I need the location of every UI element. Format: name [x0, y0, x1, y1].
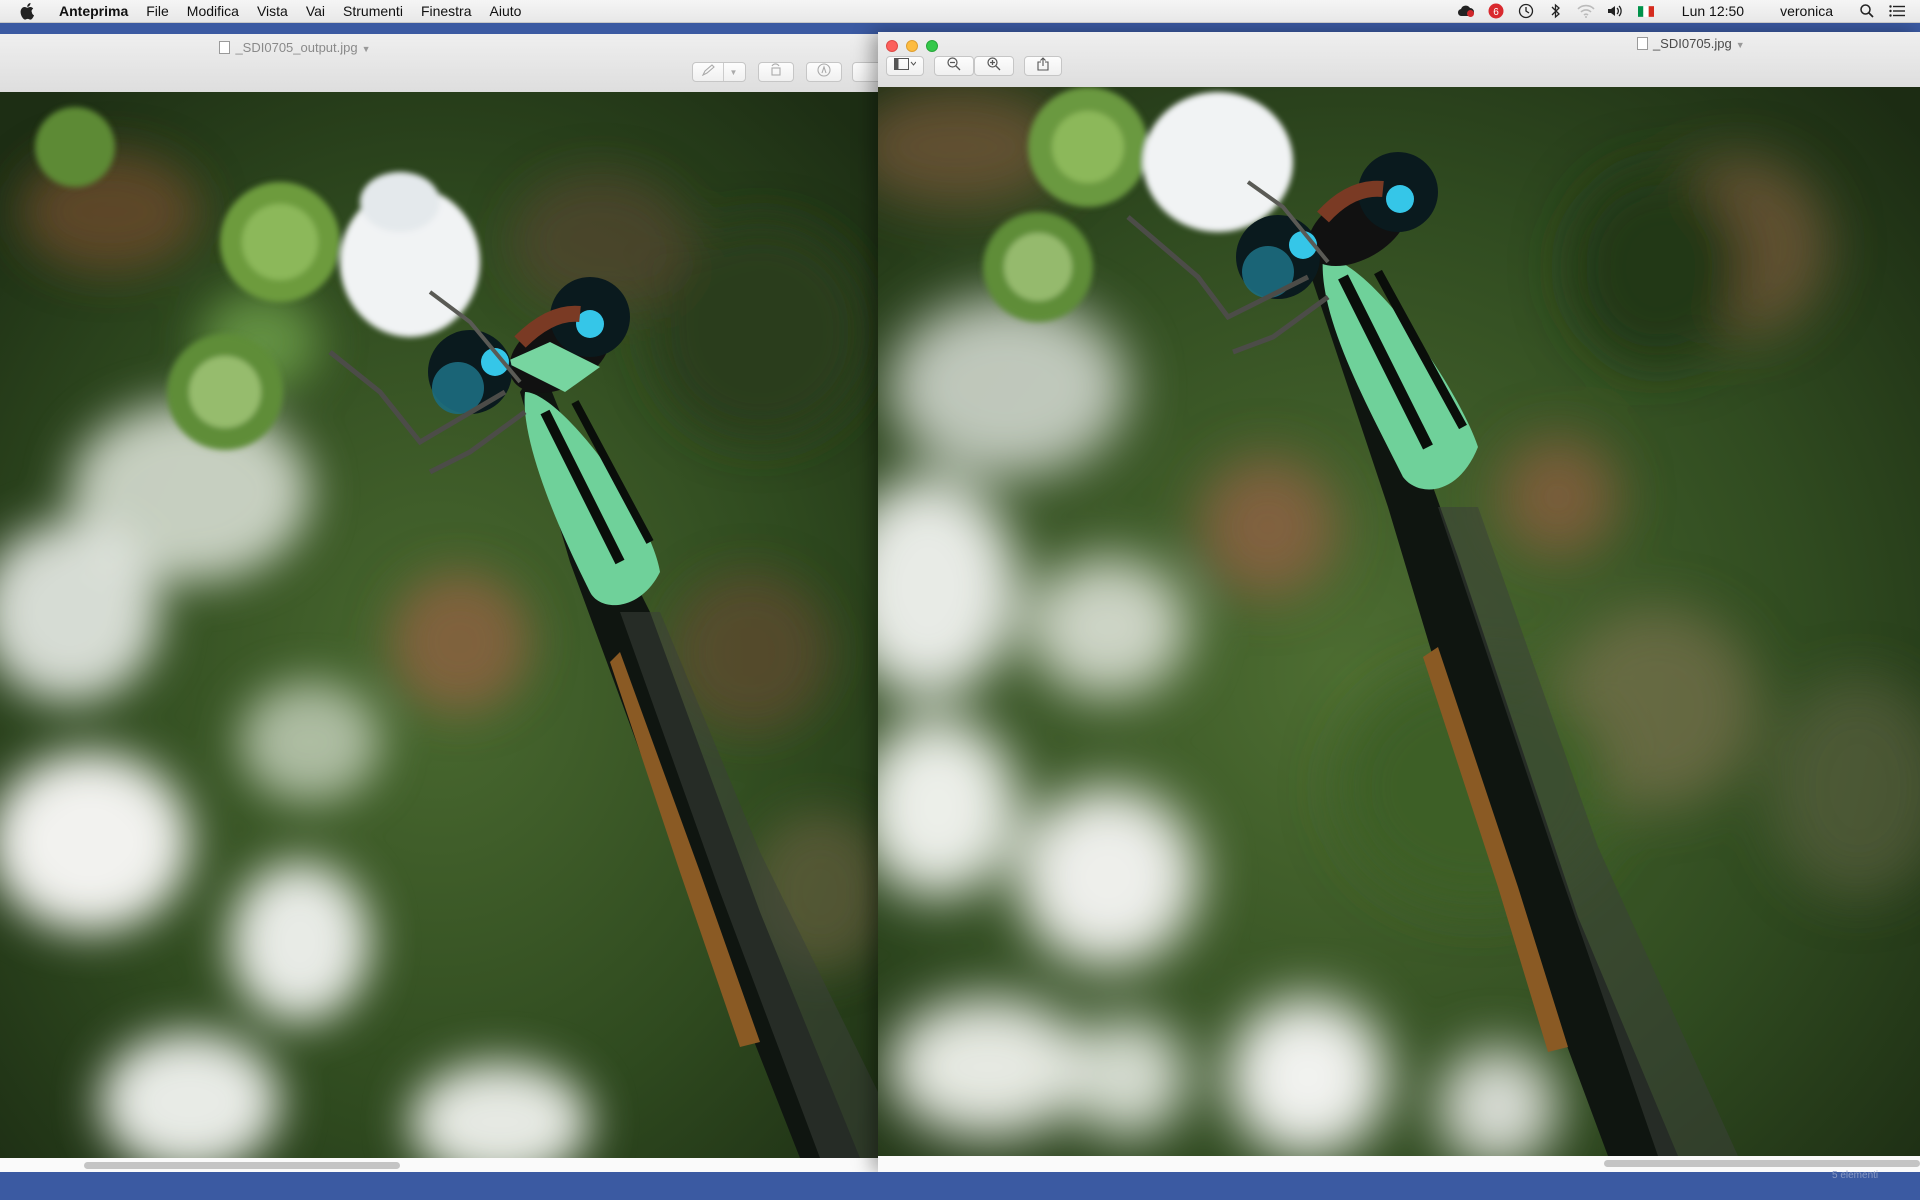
- scrollbar-thumb[interactable]: [1604, 1160, 1920, 1167]
- zoom-in-icon: [987, 56, 1001, 76]
- document-icon: [1636, 37, 1648, 50]
- preview-window-original[interactable]: _SDI0705.jpg ▼: [878, 32, 1920, 1172]
- share-icon: [1037, 56, 1049, 76]
- horizontal-scrollbar[interactable]: [878, 1156, 1920, 1172]
- sidebar-view-button[interactable]: [886, 56, 924, 76]
- title-bar[interactable]: _SDI0705.jpg ▼: [878, 32, 1920, 88]
- app-menu[interactable]: Anteprima: [50, 0, 137, 22]
- chevron-down-icon[interactable]: ▼: [1736, 40, 1745, 50]
- damselfly-photo-original: [878, 87, 1920, 1156]
- notification-badge-icon[interactable]: 6: [1487, 3, 1505, 19]
- user-menu[interactable]: veronica: [1771, 0, 1842, 22]
- menu-finestra[interactable]: Finestra: [412, 0, 481, 22]
- sidebar-icon: [894, 57, 917, 75]
- image-view-original[interactable]: [878, 87, 1920, 1156]
- time-machine-icon[interactable]: [1517, 3, 1535, 19]
- window-title: _SDI0705.jpg ▼: [878, 36, 1920, 51]
- rotate-button[interactable]: [758, 62, 794, 82]
- desktop-background-bottom: [0, 1172, 1920, 1200]
- chevron-down-icon: ▼: [729, 67, 738, 77]
- menu-bar: Anteprima File Modifica Vista Vai Strume…: [0, 0, 1920, 23]
- image-view-output[interactable]: [0, 92, 878, 1158]
- toolbar-button-hidden[interactable]: [852, 62, 878, 82]
- document-icon: [219, 41, 231, 54]
- menu-vista[interactable]: Vista: [248, 0, 297, 22]
- zoom-in-button[interactable]: [974, 56, 1014, 76]
- menu-vai[interactable]: Vai: [297, 0, 334, 22]
- damselfly-photo-output: [0, 92, 878, 1158]
- menu-modifica[interactable]: Modifica: [178, 0, 248, 22]
- zoom-out-button[interactable]: [934, 56, 974, 76]
- markup-pen-button[interactable]: ▼: [692, 62, 746, 82]
- bluetooth-icon[interactable]: [1547, 3, 1565, 19]
- svg-text:6: 6: [1493, 7, 1499, 18]
- clock[interactable]: Lun 12:50: [1673, 0, 1753, 22]
- rotate-icon: [768, 62, 784, 82]
- finder-status-text: 5 elementi: [1832, 1170, 1879, 1181]
- apple-icon[interactable]: [20, 2, 36, 20]
- zoom-out-icon: [947, 56, 961, 76]
- flag-italy-icon[interactable]: [1637, 3, 1655, 19]
- volume-icon[interactable]: [1607, 3, 1625, 19]
- search-icon[interactable]: [1858, 3, 1876, 19]
- wifi-icon[interactable]: [1577, 3, 1595, 19]
- markup-button[interactable]: [806, 62, 842, 82]
- pen-icon: [701, 63, 717, 81]
- menu-strumenti[interactable]: Strumenti: [334, 0, 412, 22]
- list-icon[interactable]: [1888, 3, 1906, 19]
- preview-window-output[interactable]: _SDI0705_output.jpg ▼ ▼: [0, 34, 878, 1174]
- menu-aiuto[interactable]: Aiuto: [481, 0, 531, 22]
- chevron-down-icon[interactable]: ▼: [362, 44, 371, 54]
- menu-file[interactable]: File: [137, 0, 178, 22]
- scrollbar-thumb[interactable]: [84, 1162, 400, 1169]
- creative-cloud-icon[interactable]: [1457, 3, 1475, 19]
- window-title: _SDI0705_output.jpg ▼: [0, 40, 590, 55]
- share-button[interactable]: [1024, 56, 1062, 76]
- markup-icon: [817, 62, 831, 82]
- title-bar[interactable]: _SDI0705_output.jpg ▼ ▼: [0, 34, 878, 93]
